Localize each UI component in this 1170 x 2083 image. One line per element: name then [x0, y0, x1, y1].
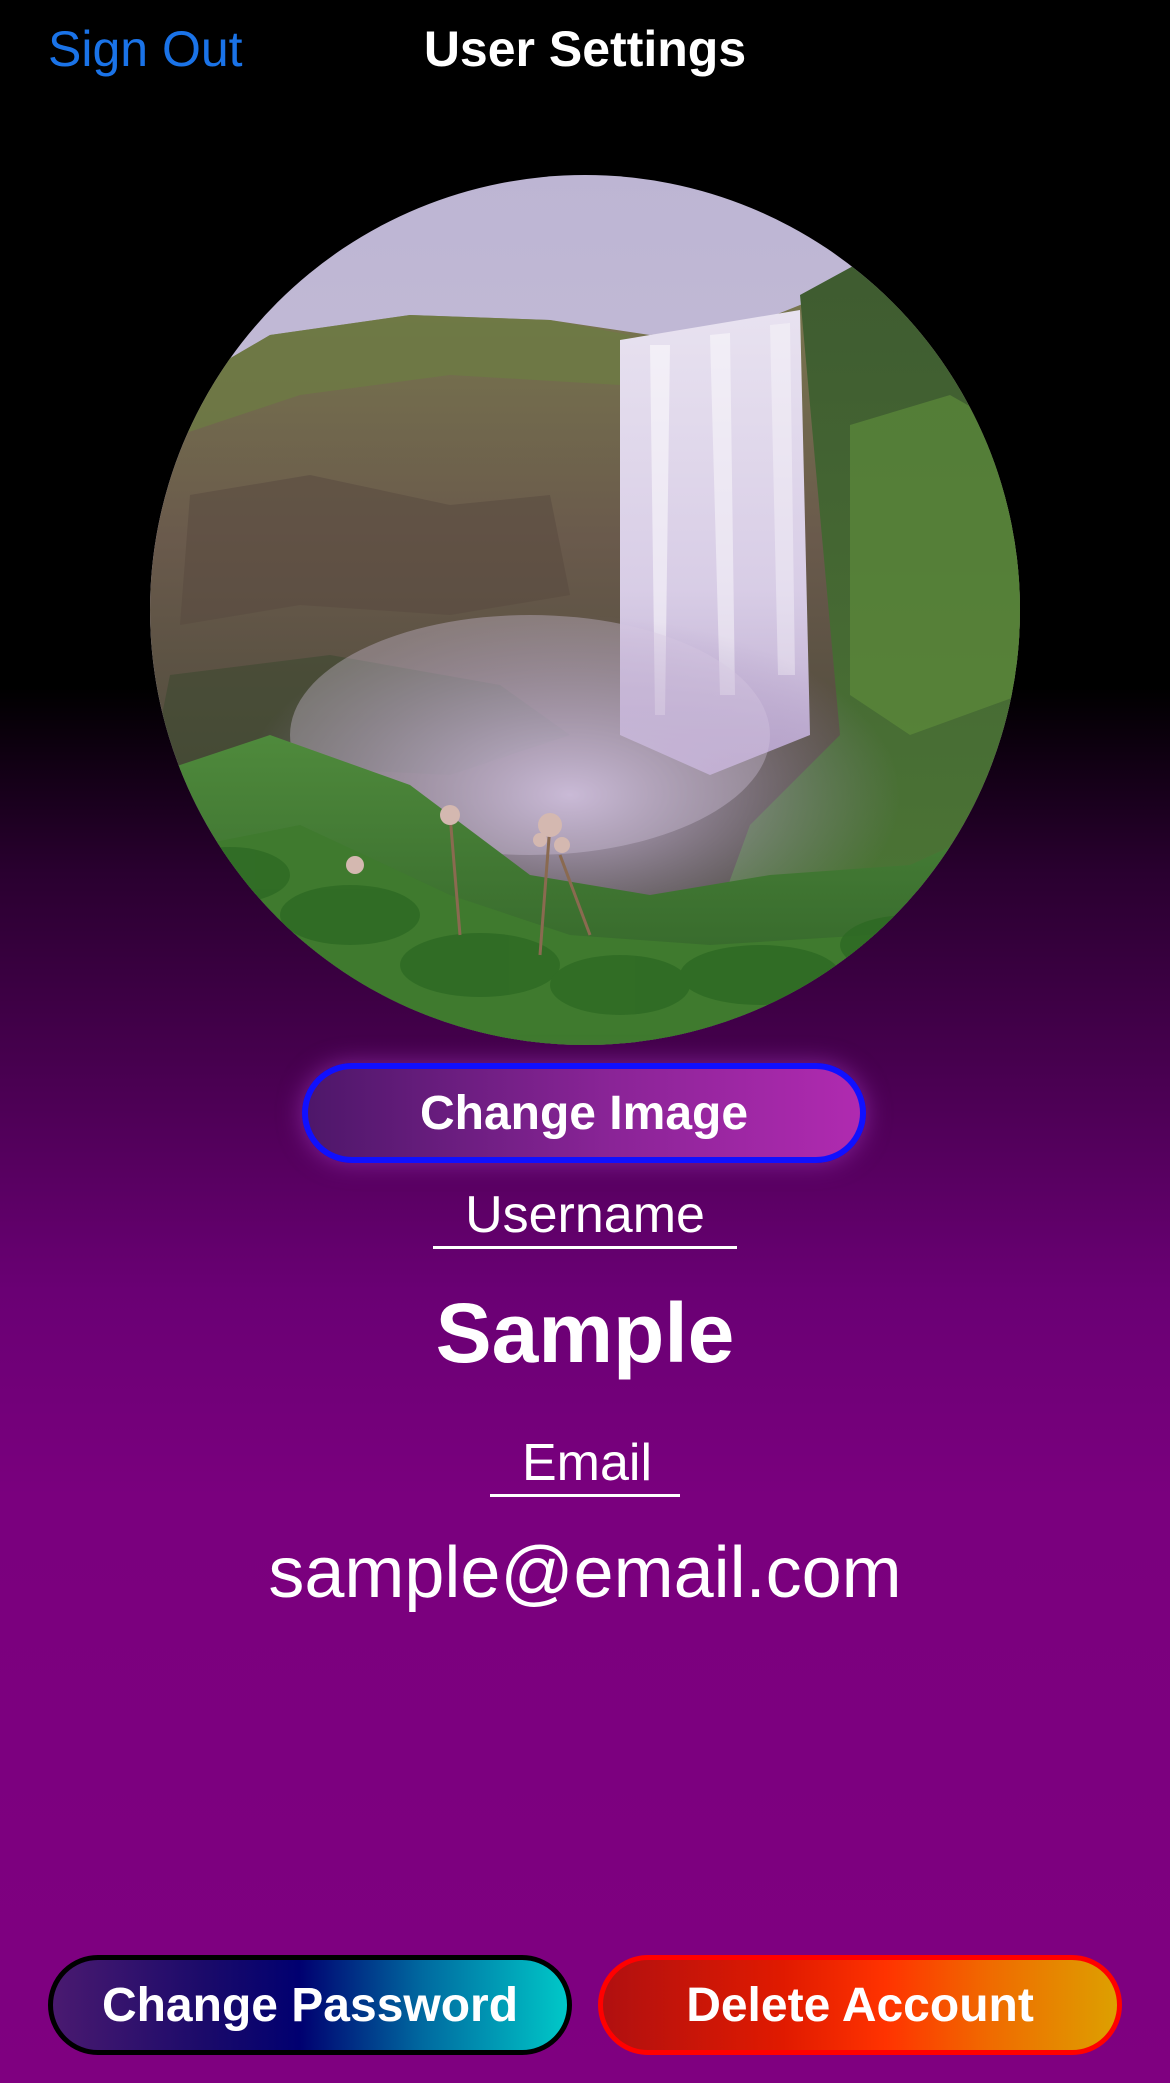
delete-account-button[interactable]: Delete Account — [598, 1955, 1122, 2055]
change-image-button[interactable]: Change Image — [302, 1063, 866, 1163]
username-value: Sample — [435, 1286, 735, 1380]
navigation-bar: Sign Out User Settings — [0, 0, 1170, 100]
username-label-text: Username — [433, 1186, 737, 1249]
page-title: User Settings — [423, 21, 747, 77]
profile-image — [150, 175, 1020, 1045]
email-label: Email — [0, 1434, 1170, 1497]
username-label: Username — [0, 1186, 1170, 1249]
change-password-button[interactable]: Change Password — [48, 1955, 572, 2055]
email-label-text: Email — [489, 1434, 681, 1497]
waterfall-photo — [150, 175, 1020, 1045]
email-value: sample@email.com — [268, 1533, 902, 1613]
